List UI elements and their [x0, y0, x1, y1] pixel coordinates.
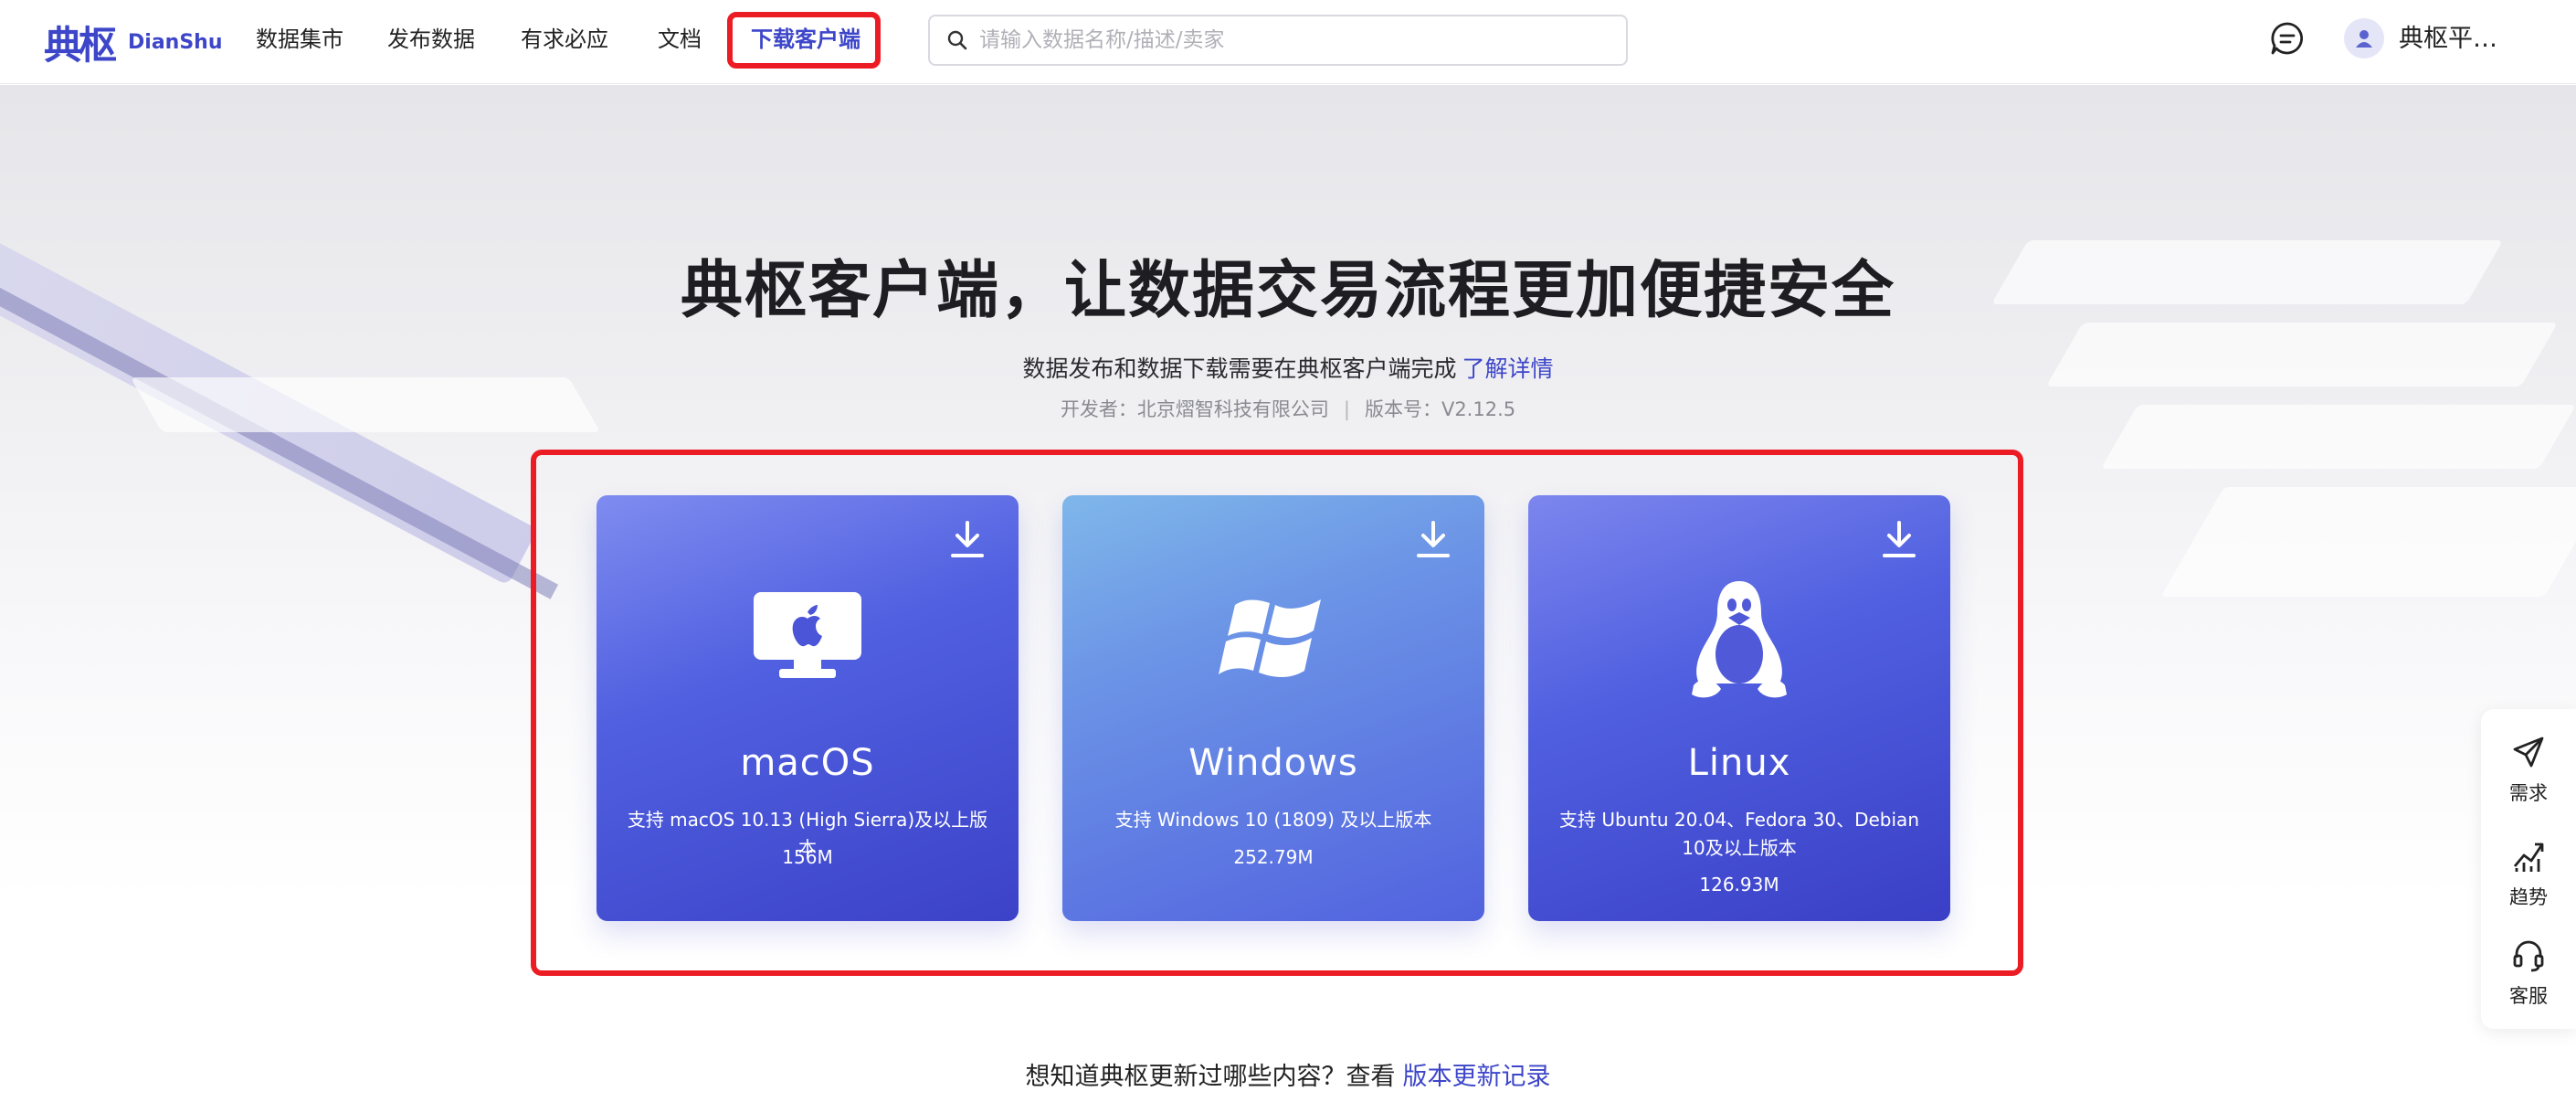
windows-logo-icon — [1219, 599, 1321, 677]
logo-text-cn: 典枢 — [44, 22, 117, 68]
download-card-windows[interactable]: Windows 支持 Windows 10 (1809) 及以上版本 252.7… — [1062, 495, 1484, 921]
os-logo — [596, 590, 1019, 682]
file-size: 252.79M — [1233, 846, 1314, 868]
floating-toolbar: 需求 趋势 客服 — [2481, 709, 2576, 1029]
os-requirement: 支持 Ubuntu 20.04、Fedora 30、Debian 10及以上版本 — [1559, 809, 1919, 859]
os-logo — [1062, 590, 1484, 687]
download-icon[interactable] — [949, 521, 986, 559]
search-icon — [947, 30, 967, 50]
download-icon[interactable] — [1881, 521, 1917, 559]
file-size: 126.93M — [1699, 874, 1779, 895]
headset-icon — [2513, 940, 2544, 972]
logo-text-en: DianShu — [128, 30, 223, 54]
nav-item-requests[interactable]: 有求必应 — [521, 24, 608, 55]
float-item-requests[interactable]: 需求 — [2481, 735, 2576, 806]
message-icon[interactable] — [2269, 20, 2306, 57]
version-info: 版本号：V2.12.5 — [1364, 398, 1516, 420]
float-item-trends[interactable]: 趋势 — [2481, 839, 2576, 910]
download-icon[interactable] — [1415, 521, 1452, 559]
user-icon — [2356, 30, 2372, 48]
nav-item-docs[interactable]: 文档 — [658, 24, 702, 55]
download-card-macos[interactable]: macOS 支持 macOS 10.13 (High Sierra)及以上版本 … — [596, 495, 1019, 921]
send-icon — [2513, 736, 2544, 768]
os-name: macOS — [740, 742, 875, 784]
user-name[interactable]: 典枢平… — [2399, 22, 2497, 57]
nav-item-publish-data[interactable]: 发布数据 — [387, 24, 475, 55]
float-item-label: 客服 — [2509, 985, 2548, 1007]
search-input[interactable] — [979, 28, 1600, 52]
float-item-label: 趋势 — [2509, 886, 2548, 908]
float-item-label: 需求 — [2509, 782, 2548, 804]
trend-chart-icon — [2513, 842, 2544, 872]
top-navbar: 典枢 DianShu 数据集市 发布数据 有求必应 文档 下载客户端 典枢平… — [0, 0, 2576, 84]
nav-item-data-market[interactable]: 数据集市 — [256, 24, 343, 55]
float-item-support[interactable]: 客服 — [2481, 938, 2576, 1009]
logo[interactable]: 典枢 DianShu — [44, 18, 223, 68]
search-box — [928, 15, 1628, 66]
meta-divider: | — [1343, 398, 1350, 420]
tux-penguin-icon — [1692, 581, 1787, 698]
learn-more-link[interactable]: 了解详情 — [1462, 355, 1554, 382]
page-title: 典枢客户端，让数据交易流程更加便捷安全 — [680, 255, 1895, 327]
changelog-text: 想知道典枢更新过哪些内容？查看 — [1025, 1063, 1396, 1091]
hero-subtitle-text: 数据发布和数据下载需要在典枢客户端完成 — [1022, 355, 1457, 382]
developer-info: 开发者：北京熠智科技有限公司 — [1060, 398, 1329, 420]
apple-monitor-icon — [754, 592, 861, 678]
avatar[interactable] — [2344, 18, 2384, 58]
os-requirement: 支持 Windows 10 (1809) 及以上版本 — [1114, 809, 1432, 831]
changelog-prompt: 想知道典枢更新过哪些内容？查看 版本更新记录 — [0, 1056, 2576, 1092]
download-card-linux[interactable]: Linux 支持 Ubuntu 20.04、Fedora 30、Debian 1… — [1528, 495, 1950, 921]
hero-subtitle: 数据发布和数据下载需要在典枢客户端完成 了解详情 — [0, 351, 2576, 384]
nav-highlight-box — [727, 12, 881, 69]
os-logo — [1528, 577, 1950, 705]
changelog-link[interactable]: 版本更新记录 — [1403, 1063, 1551, 1091]
file-size: 156M — [782, 846, 833, 868]
decorative-block — [2160, 487, 2576, 597]
os-name: Windows — [1188, 742, 1358, 784]
hero-meta: 开发者：北京熠智科技有限公司 | 版本号：V2.12.5 — [0, 395, 2576, 422]
os-name: Linux — [1687, 742, 1791, 784]
